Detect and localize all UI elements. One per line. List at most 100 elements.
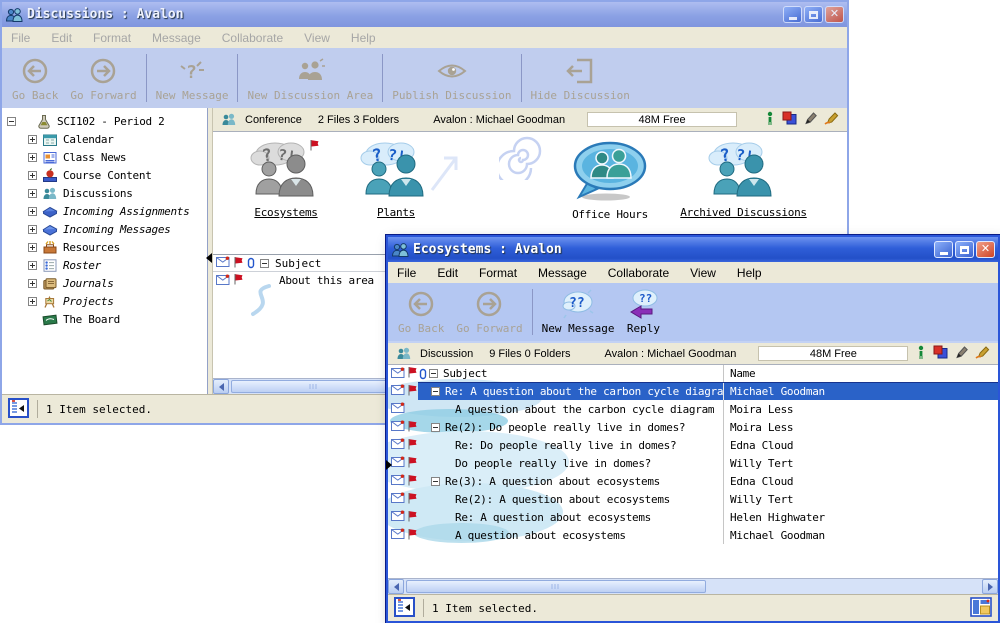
container-kind: Conference — [245, 114, 302, 126]
minimize-button[interactable] — [934, 241, 953, 258]
tree-item-incoming-assignments[interactable]: Incoming Assignments — [2, 202, 207, 220]
menu-item-view[interactable]: View — [690, 266, 716, 280]
menu-item-message[interactable]: Message — [152, 31, 201, 45]
toolbar-go-forward[interactable]: Go Forward — [450, 285, 528, 339]
message-row[interactable]: Re(2): Do people really live in domes?Mo… — [388, 418, 998, 436]
message-row[interactable]: Re(2): A question about ecosystemsWilly … — [388, 490, 998, 508]
signature-pencil-icon[interactable] — [824, 111, 839, 128]
tree-collapse-box[interactable] — [7, 117, 16, 126]
tree-expand-box[interactable] — [28, 153, 37, 162]
horizontal-scrollbar[interactable] — [388, 578, 998, 594]
tree-item-class-news[interactable]: Class News — [2, 148, 207, 166]
conference-item-plants[interactable]: ? ?! Plants — [341, 140, 451, 219]
tree-item-calendar[interactable]: Calendar — [2, 130, 207, 148]
conference-item-archived-discussions[interactable]: ? ?! Archived Discussions — [661, 140, 826, 219]
menu-item-format[interactable]: Format — [479, 266, 517, 280]
tree-expand-box[interactable] — [28, 171, 37, 180]
collapse-all-box[interactable] — [260, 259, 269, 268]
scroll-right-button[interactable] — [982, 579, 998, 594]
tree-expand-box[interactable] — [28, 135, 37, 144]
menu-item-file[interactable]: File — [397, 266, 416, 280]
table-header[interactable]: Subject Name — [388, 365, 998, 382]
tree-expand-box[interactable] — [28, 243, 37, 252]
scrollbar-thumb[interactable] — [231, 380, 396, 393]
message-row[interactable]: Re: A question about ecosystemsHelen Hig… — [388, 508, 998, 526]
toolbar-go-forward[interactable]: Go Forward — [64, 50, 142, 106]
name-cell: Michael Goodman — [723, 526, 998, 544]
message-row[interactable]: A question about ecosystemsMichael Goodm… — [388, 526, 998, 544]
tree-item-resources[interactable]: Resources — [2, 238, 207, 256]
pencil-icon[interactable] — [804, 111, 817, 128]
menu-item-view[interactable]: View — [304, 31, 330, 45]
toolbar-go-back[interactable]: Go Back — [6, 50, 64, 106]
menu-item-edit[interactable]: Edit — [51, 31, 72, 45]
free-space-gauge: 48M Free — [758, 346, 908, 361]
expand-pane-icon[interactable] — [386, 460, 392, 470]
tree-item-discussions[interactable]: Discussions — [2, 184, 207, 202]
tree-item-course-content[interactable]: Course Content — [2, 166, 207, 184]
collapse-pane-icon[interactable] — [206, 253, 212, 263]
tree-expand-box[interactable] — [28, 261, 37, 270]
discussions-titlebar[interactable]: Discussions : Avalon ✕ — [2, 2, 847, 27]
scrollbar-thumb[interactable] — [406, 580, 706, 593]
menu-item-edit[interactable]: Edit — [437, 266, 458, 280]
toolbar-new-message[interactable]: ?New Message — [150, 50, 235, 106]
windows-icon[interactable] — [933, 345, 948, 362]
maximize-button[interactable] — [804, 6, 823, 23]
message-row[interactable]: A question about the carbon cycle diagra… — [388, 400, 998, 418]
collapse-all-box[interactable] — [429, 369, 438, 378]
tree-expand-box[interactable] — [28, 189, 37, 198]
tree-item-roster[interactable]: Roster — [2, 256, 207, 274]
message-row[interactable]: Re: A question about the carbon cycle di… — [388, 382, 998, 400]
name-cell: Edna Cloud — [723, 472, 998, 490]
tree-item-the-board[interactable]: The Board — [2, 310, 207, 328]
collapse-thread-box[interactable] — [431, 387, 440, 396]
view-options-icon[interactable] — [970, 597, 992, 620]
windows-icon[interactable] — [782, 111, 797, 128]
tree-item-journals[interactable]: Journals — [2, 274, 207, 292]
go-back-icon — [21, 55, 49, 87]
message-row[interactable]: Do people really live in domes?Willy Ter… — [388, 454, 998, 472]
menu-item-collaborate[interactable]: Collaborate — [608, 266, 669, 280]
menu-item-help[interactable]: Help — [737, 266, 762, 280]
message-row[interactable]: Re(3): A question about ecosystemsEdna C… — [388, 472, 998, 490]
tree-expand-box[interactable] — [28, 207, 37, 216]
ecosystems-titlebar[interactable]: Ecosystems : Avalon ✕ — [388, 237, 998, 262]
toggle-panel-icon[interactable] — [394, 597, 415, 620]
menu-item-message[interactable]: Message — [538, 266, 587, 280]
minimize-button[interactable] — [783, 6, 802, 23]
maximize-button[interactable] — [955, 241, 974, 258]
presence-icon[interactable] — [916, 345, 926, 363]
archived-discussions-icon: ? ?! — [705, 187, 783, 204]
scroll-left-button[interactable] — [388, 579, 404, 594]
toolbar-publish-discussion[interactable]: Publish Discussion — [386, 50, 517, 106]
toolbar-hide-discussion[interactable]: Hide Discussion — [525, 50, 636, 106]
toolbar-new-message[interactable]: ??New Message — [536, 285, 621, 339]
toolbar-new-discussion-area[interactable]: New Discussion Area — [241, 50, 379, 106]
tree-item-projects[interactable]: Projects — [2, 292, 207, 310]
menu-item-help[interactable]: Help — [351, 31, 376, 45]
subject-cell: Re: A question about the carbon cycle di… — [418, 383, 723, 400]
menu-item-file[interactable]: File — [11, 31, 30, 45]
tree-expand-box[interactable] — [28, 225, 37, 234]
tree-item-incoming-messages[interactable]: Incoming Messages — [2, 220, 207, 238]
toolbar-reply[interactable]: ??Reply — [620, 285, 666, 339]
tree-expand-box[interactable] — [28, 297, 37, 306]
message-row[interactable]: Re: Do people really live in domes?Edna … — [388, 436, 998, 454]
toggle-panel-icon[interactable] — [8, 398, 29, 421]
collapse-thread-box[interactable] — [431, 477, 440, 486]
toolbar-go-back[interactable]: Go Back — [392, 285, 450, 339]
signature-pencil-icon[interactable] — [975, 345, 990, 362]
presence-icon[interactable] — [765, 111, 775, 129]
close-button[interactable]: ✕ — [825, 6, 844, 23]
close-button[interactable]: ✕ — [976, 241, 995, 258]
tree-expand-box[interactable] — [28, 279, 37, 288]
menu-item-collaborate[interactable]: Collaborate — [222, 31, 283, 45]
scroll-left-button[interactable] — [213, 379, 229, 394]
collapse-thread-box[interactable] — [431, 423, 440, 432]
pencil-icon[interactable] — [955, 345, 968, 362]
tree-root-sci102-period-2[interactable]: SCI102 - Period 2 — [2, 112, 207, 130]
conference-item-ecosystems[interactable]: ? ?! Ecosystems — [227, 140, 345, 219]
menu-item-format[interactable]: Format — [93, 31, 131, 45]
calendar-icon — [42, 132, 58, 147]
